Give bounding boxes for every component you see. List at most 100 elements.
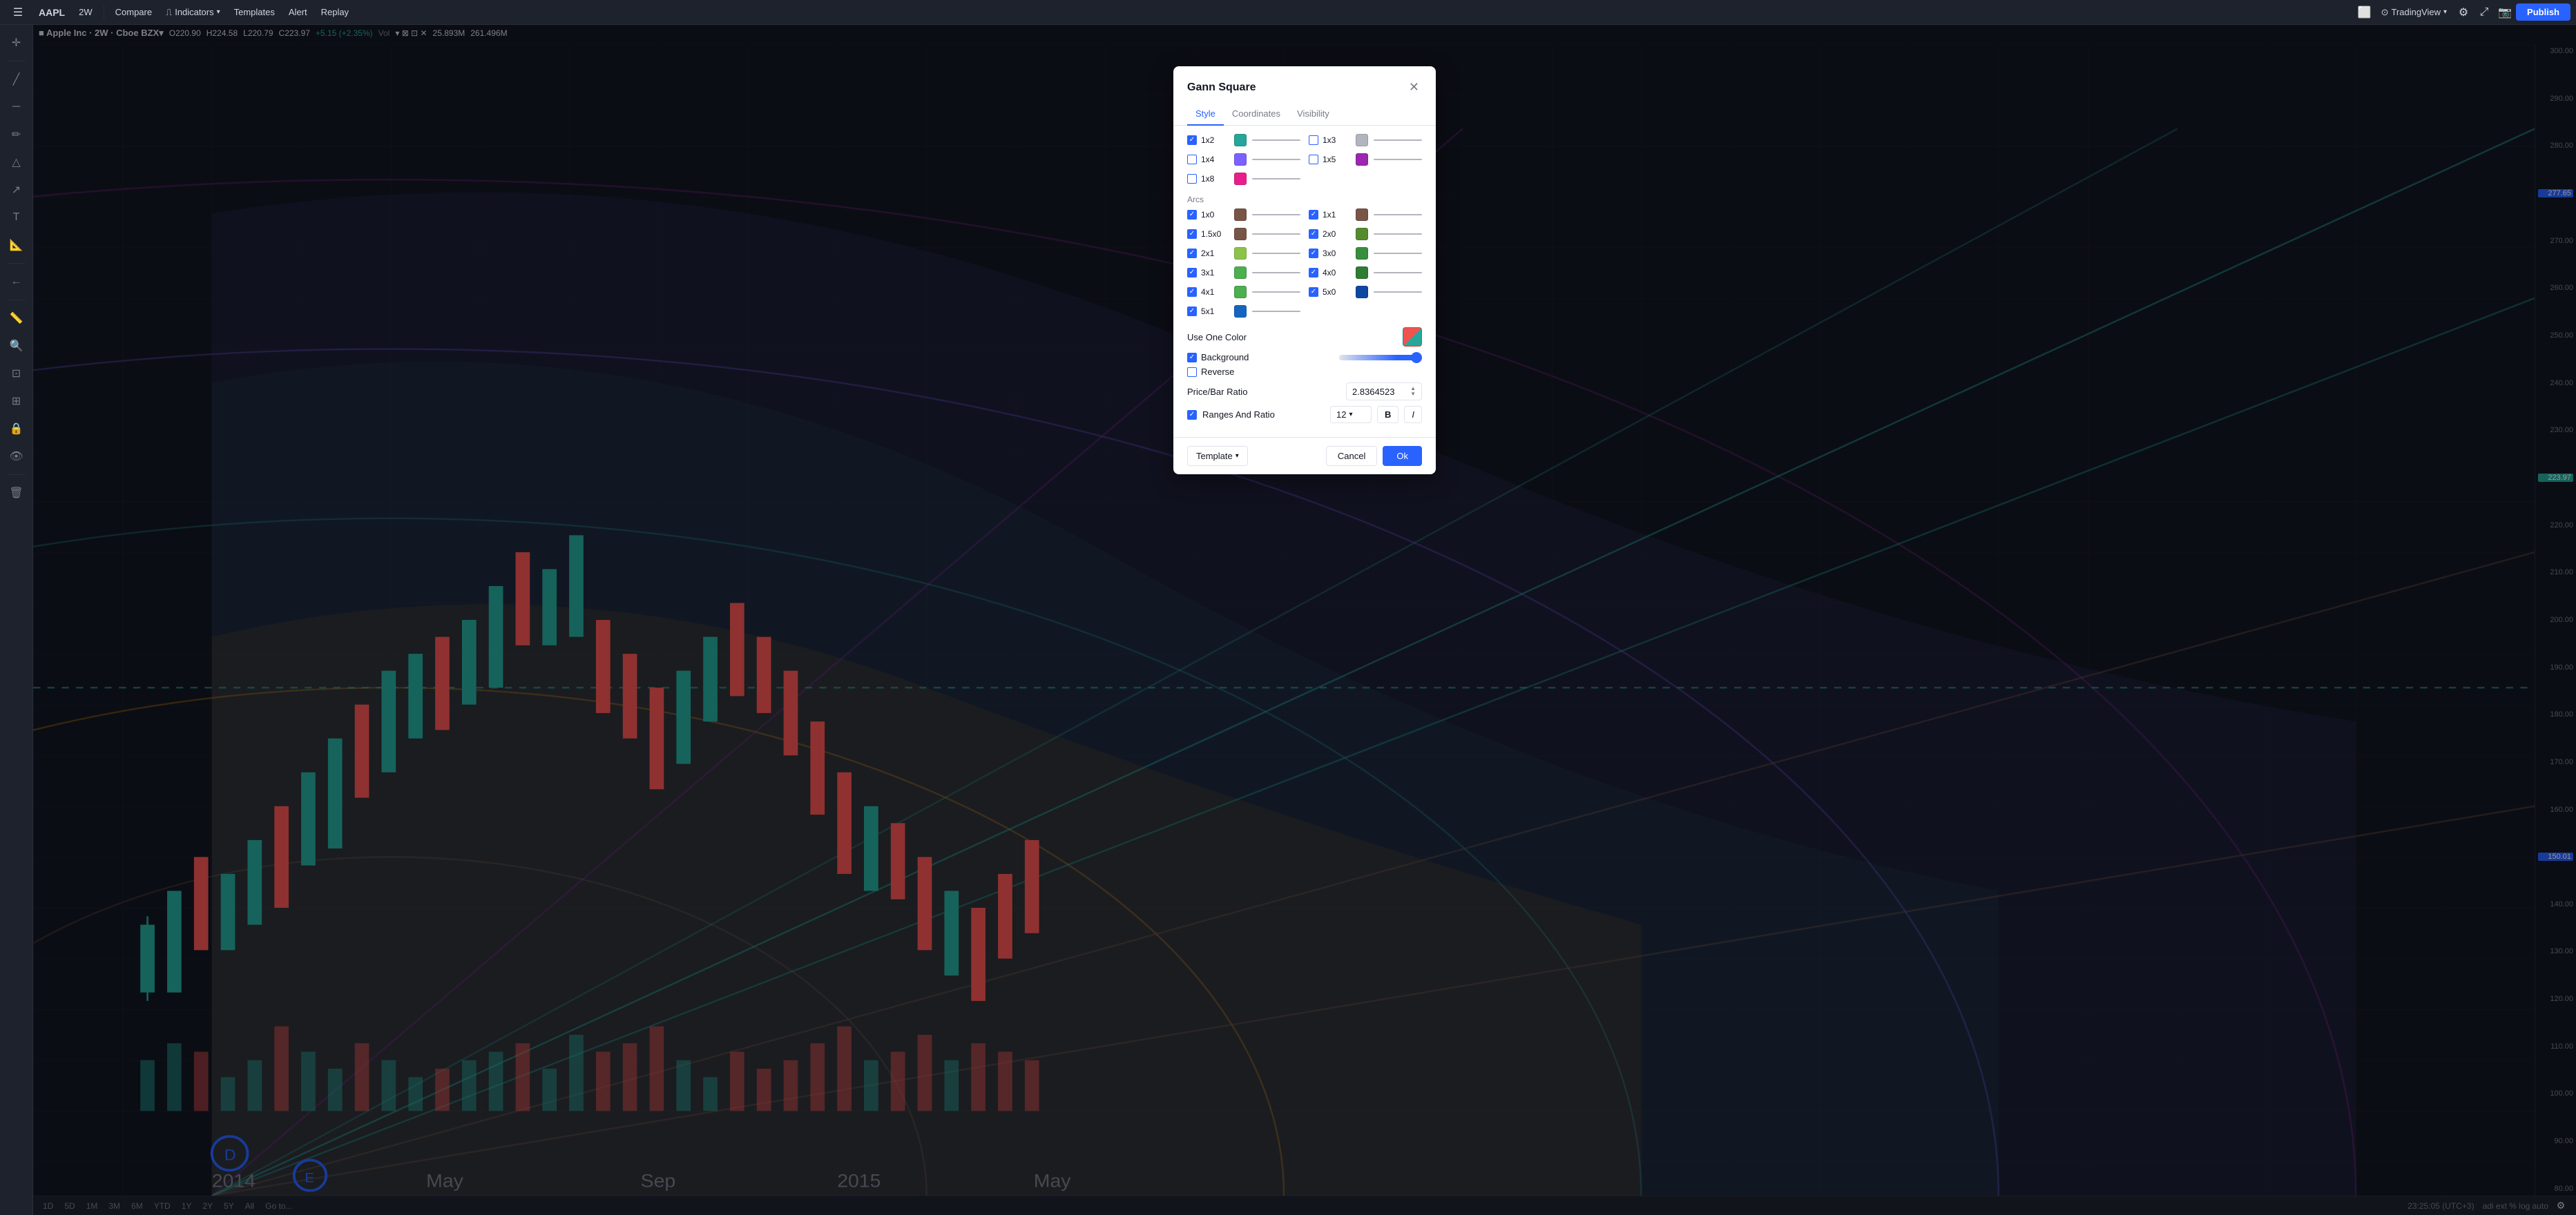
reverse-checkbox[interactable] bbox=[1187, 367, 1197, 377]
fan-1x2-checkbox[interactable] bbox=[1187, 135, 1197, 145]
reverse-label: Reverse bbox=[1201, 367, 1234, 377]
tab-style[interactable]: Style bbox=[1187, 103, 1224, 126]
arc-5x1-checkbox[interactable] bbox=[1187, 307, 1197, 316]
sidebar-sep-4 bbox=[8, 474, 25, 475]
tradingview-logo-btn[interactable]: ⊙ TradingView ▾ bbox=[2376, 4, 2452, 21]
horizontal-line-icon[interactable]: ─ bbox=[4, 95, 29, 119]
arrow-icon[interactable]: ↗ bbox=[4, 177, 29, 202]
arc-2x1-color[interactable] bbox=[1234, 247, 1247, 260]
tab-visibility[interactable]: Visibility bbox=[1289, 103, 1338, 126]
timeframe-label[interactable]: 2W bbox=[73, 4, 98, 20]
arc-4x0-color[interactable] bbox=[1356, 266, 1368, 279]
ok-button[interactable]: Ok bbox=[1383, 446, 1422, 466]
background-checkbox[interactable] bbox=[1187, 353, 1197, 362]
layers-icon[interactable]: ⊞ bbox=[4, 389, 29, 414]
ranges-select[interactable]: 12 ▾ bbox=[1330, 406, 1372, 423]
use-one-color-swatch[interactable] bbox=[1403, 327, 1422, 347]
ruler-icon[interactable]: 📏 bbox=[4, 306, 29, 331]
arc-1x0-checkbox[interactable] bbox=[1187, 210, 1197, 220]
arc-3x1-checkbox[interactable] bbox=[1187, 268, 1197, 278]
arc-2x0-checkbox[interactable] bbox=[1309, 229, 1318, 239]
expand-icon[interactable]: ⤢ bbox=[2474, 3, 2494, 22]
arc-5x0-checkbox[interactable] bbox=[1309, 287, 1318, 297]
ranges-ratio-row: Ranges And Ratio 12 ▾ B I bbox=[1187, 406, 1422, 423]
arc-4x1-line bbox=[1252, 291, 1300, 293]
template-label: Template bbox=[1196, 451, 1233, 461]
fan-1x5-color[interactable] bbox=[1356, 153, 1368, 166]
fan-1x4-color[interactable] bbox=[1234, 153, 1247, 166]
indicators-chevron: ▾ bbox=[217, 8, 220, 16]
text-icon[interactable]: T bbox=[4, 205, 29, 230]
arc-1x1-line bbox=[1374, 214, 1422, 215]
chart-area[interactable]: ■ Apple Inc · 2W · Cboe BZX▾ O220.90 H22… bbox=[33, 25, 2576, 1215]
fan-1x3-color[interactable] bbox=[1356, 134, 1368, 146]
fan-1x3-checkbox[interactable] bbox=[1309, 135, 1318, 145]
arc-1x1-color[interactable] bbox=[1356, 208, 1368, 221]
use-one-color-row: Use One Color bbox=[1187, 327, 1422, 347]
arc-1x0-row: 1x0 bbox=[1187, 208, 1300, 221]
trend-line-icon[interactable]: ╱ bbox=[4, 67, 29, 92]
arc-5x1-color[interactable] bbox=[1234, 305, 1247, 318]
arc-1x1-cb-wrap: 1x1 bbox=[1309, 210, 1350, 220]
price-bar-ratio-value: 2.8364523 bbox=[1352, 387, 1394, 397]
measure-icon[interactable]: 📐 bbox=[4, 233, 29, 257]
arc-4x1-checkbox[interactable] bbox=[1187, 287, 1197, 297]
compare-button[interactable]: Compare bbox=[110, 4, 157, 20]
bold-button[interactable]: B bbox=[1377, 406, 1398, 423]
back-icon[interactable]: ← bbox=[4, 269, 29, 294]
magnet-icon[interactable]: ⊡ bbox=[4, 361, 29, 386]
arc-5x0-color[interactable] bbox=[1356, 286, 1368, 298]
arc-3x1-color[interactable] bbox=[1234, 266, 1247, 279]
fan-1x8-line bbox=[1252, 178, 1300, 179]
crosshair-icon[interactable]: ✛ bbox=[4, 30, 29, 55]
fan-1x8-color[interactable] bbox=[1234, 173, 1247, 185]
indicators-button[interactable]: ⎍ Indicators ▾ bbox=[160, 4, 226, 21]
settings-icon[interactable]: ⚙ bbox=[2454, 3, 2473, 22]
arc-4x1-color[interactable] bbox=[1234, 286, 1247, 298]
dialog-close-button[interactable]: ✕ bbox=[1406, 77, 1422, 97]
menu-icon[interactable]: ☰ bbox=[6, 0, 30, 25]
arc-5x0-cb-wrap: 5x0 bbox=[1309, 287, 1350, 297]
templates-button[interactable]: Templates bbox=[229, 4, 280, 20]
arc-1x0-cb-wrap: 1x0 bbox=[1187, 210, 1229, 220]
background-opacity-slider[interactable] bbox=[1339, 355, 1422, 360]
publish-button[interactable]: Publish bbox=[2516, 3, 2570, 21]
shapes-icon[interactable]: △ bbox=[4, 150, 29, 175]
fullscreen-icon[interactable]: ⬜ bbox=[2355, 3, 2374, 22]
price-bar-ratio-input[interactable]: 2.8364523 ▲ ▼ bbox=[1346, 382, 1422, 400]
brush-icon[interactable]: ✏ bbox=[4, 122, 29, 147]
alert-button[interactable]: Alert bbox=[283, 4, 313, 20]
arc-4x0-checkbox[interactable] bbox=[1309, 268, 1318, 278]
spinner-down[interactable]: ▼ bbox=[1410, 391, 1416, 397]
arc-3x0-color[interactable] bbox=[1356, 247, 1368, 260]
fan-1x2-color[interactable] bbox=[1234, 134, 1247, 146]
zoom-icon[interactable]: 🔍 bbox=[4, 333, 29, 358]
replay-button[interactable]: Replay bbox=[316, 4, 354, 20]
spinners: ▲ ▼ bbox=[1410, 386, 1416, 397]
arc-2x1-checkbox[interactable] bbox=[1187, 249, 1197, 258]
arc-1p5x0-checkbox[interactable] bbox=[1187, 229, 1197, 239]
ranges-checkbox[interactable] bbox=[1187, 410, 1197, 420]
fan-1x8-checkbox[interactable] bbox=[1187, 174, 1197, 184]
arc-1p5x0-line bbox=[1252, 233, 1300, 235]
symbol-label[interactable]: AAPL bbox=[33, 4, 70, 21]
tab-coordinates[interactable]: Coordinates bbox=[1224, 103, 1289, 126]
lock-icon[interactable]: 🔒 bbox=[4, 416, 29, 441]
italic-button[interactable]: I bbox=[1404, 406, 1422, 423]
arc-1x1-checkbox[interactable] bbox=[1309, 210, 1318, 220]
trash-icon[interactable]: 🗑 bbox=[4, 480, 29, 505]
arc-1p5x0-color[interactable] bbox=[1234, 228, 1247, 240]
fan-1x2-label: 1x2 bbox=[1201, 135, 1223, 145]
arc-1x0-color[interactable] bbox=[1234, 208, 1247, 221]
fan-1x4-checkbox[interactable] bbox=[1187, 155, 1197, 164]
fan-1x5-row: 1x5 bbox=[1309, 153, 1422, 166]
camera-icon[interactable]: 📷 bbox=[2495, 3, 2515, 22]
template-button[interactable]: Template ▾ bbox=[1187, 446, 1248, 466]
fan-1x5-checkbox[interactable] bbox=[1309, 155, 1318, 164]
arc-4x0-label: 4x0 bbox=[1323, 268, 1345, 278]
arc-2x0-color[interactable] bbox=[1356, 228, 1368, 240]
eye-icon[interactable]: 👁 bbox=[4, 444, 29, 469]
indicators-icon: ⎍ bbox=[166, 7, 172, 18]
cancel-button[interactable]: Cancel bbox=[1326, 446, 1377, 466]
arc-3x0-checkbox[interactable] bbox=[1309, 249, 1318, 258]
